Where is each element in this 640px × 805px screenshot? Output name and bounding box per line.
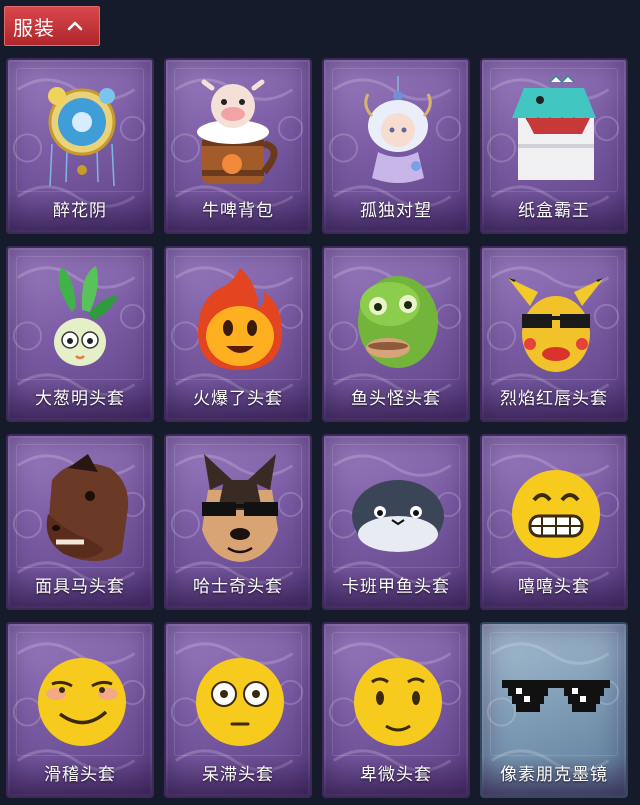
costume-card[interactable]: 鱼头怪头套: [322, 246, 470, 422]
costume-name: 烈焰红唇头套: [482, 380, 626, 420]
fairy-doll-charm-icon: [364, 76, 432, 183]
costume-name: 嘻嘻头套: [482, 568, 626, 608]
cow-beer-mug-backpack-icon: [197, 79, 278, 184]
flushed-emoji-head-icon: [196, 658, 284, 746]
scallion-head-icon: [54, 266, 118, 366]
costume-card[interactable]: 牛啤背包: [164, 58, 312, 234]
grinning-emoji-head-icon: [512, 470, 600, 558]
costume-name: 哈士奇头套: [166, 568, 310, 608]
horse-mask-head-icon: [46, 454, 129, 561]
costume-card[interactable]: 滑稽头套: [6, 622, 154, 798]
costume-name: 卑微头套: [324, 756, 468, 796]
pixel-sunglasses-icon: [502, 680, 610, 712]
fish-mask-head-icon: [358, 276, 438, 368]
costume-name: 醉花阴: [8, 192, 152, 232]
costume-name: 面具马头套: [8, 568, 152, 608]
pikachu-sunglasses-head-icon: [508, 278, 604, 372]
pleading-emoji-head-icon: [354, 658, 442, 746]
costume-name: 卡班甲鱼头套: [324, 568, 468, 608]
costume-card[interactable]: 嘻嘻头套: [480, 434, 628, 610]
costume-name: 孤独对望: [324, 192, 468, 232]
costume-name: 像素朋克墨镜: [482, 756, 626, 796]
costume-name: 纸盒霸王: [482, 192, 626, 232]
costume-name: 牛啤背包: [166, 192, 310, 232]
husky-sunglasses-head-icon: [202, 454, 278, 562]
costume-card[interactable]: 面具马头套: [6, 434, 154, 610]
costume-card[interactable]: 大葱明头套: [6, 246, 154, 422]
costume-card[interactable]: 醉花阴: [6, 58, 154, 234]
costume-card[interactable]: 哈士奇头套: [164, 434, 312, 610]
costume-card[interactable]: 卡班甲鱼头套: [322, 434, 470, 610]
category-title: 服装: [13, 15, 55, 40]
cardboard-dinosaur-head-icon: [512, 74, 596, 180]
costume-name: 火爆了头套: [166, 380, 310, 420]
smirk-emoji-head-icon: [38, 658, 126, 746]
costume-card[interactable]: 纸盒霸王: [480, 58, 628, 234]
costume-card[interactable]: 呆滞头套: [164, 622, 312, 798]
costume-grid: 醉花阴 牛啤背包 孤独对望 纸盒霸王 大葱明头套 火爆了头套 鱼头怪头套 烈焰红…: [6, 58, 628, 798]
costume-card[interactable]: 孤独对望: [322, 58, 470, 234]
fireball-head-icon: [198, 268, 282, 370]
costume-card[interactable]: 像素朋克墨镜: [480, 622, 628, 798]
costume-name: 鱼头怪头套: [324, 380, 468, 420]
costume-card[interactable]: 卑微头套: [322, 622, 470, 798]
costume-card[interactable]: 火爆了头套: [164, 246, 312, 422]
costume-name: 滑稽头套: [8, 756, 152, 796]
chevron-up-icon: [67, 21, 83, 31]
costume-name: 大葱明头套: [8, 380, 152, 420]
costume-card[interactable]: 烈焰红唇头套: [480, 246, 628, 422]
costume-category-toggle[interactable]: 服装: [4, 6, 100, 46]
round-fish-head-icon: [352, 480, 444, 552]
costume-name: 呆滞头套: [166, 756, 310, 796]
dreamcatcher-ornament-icon: [48, 87, 116, 187]
